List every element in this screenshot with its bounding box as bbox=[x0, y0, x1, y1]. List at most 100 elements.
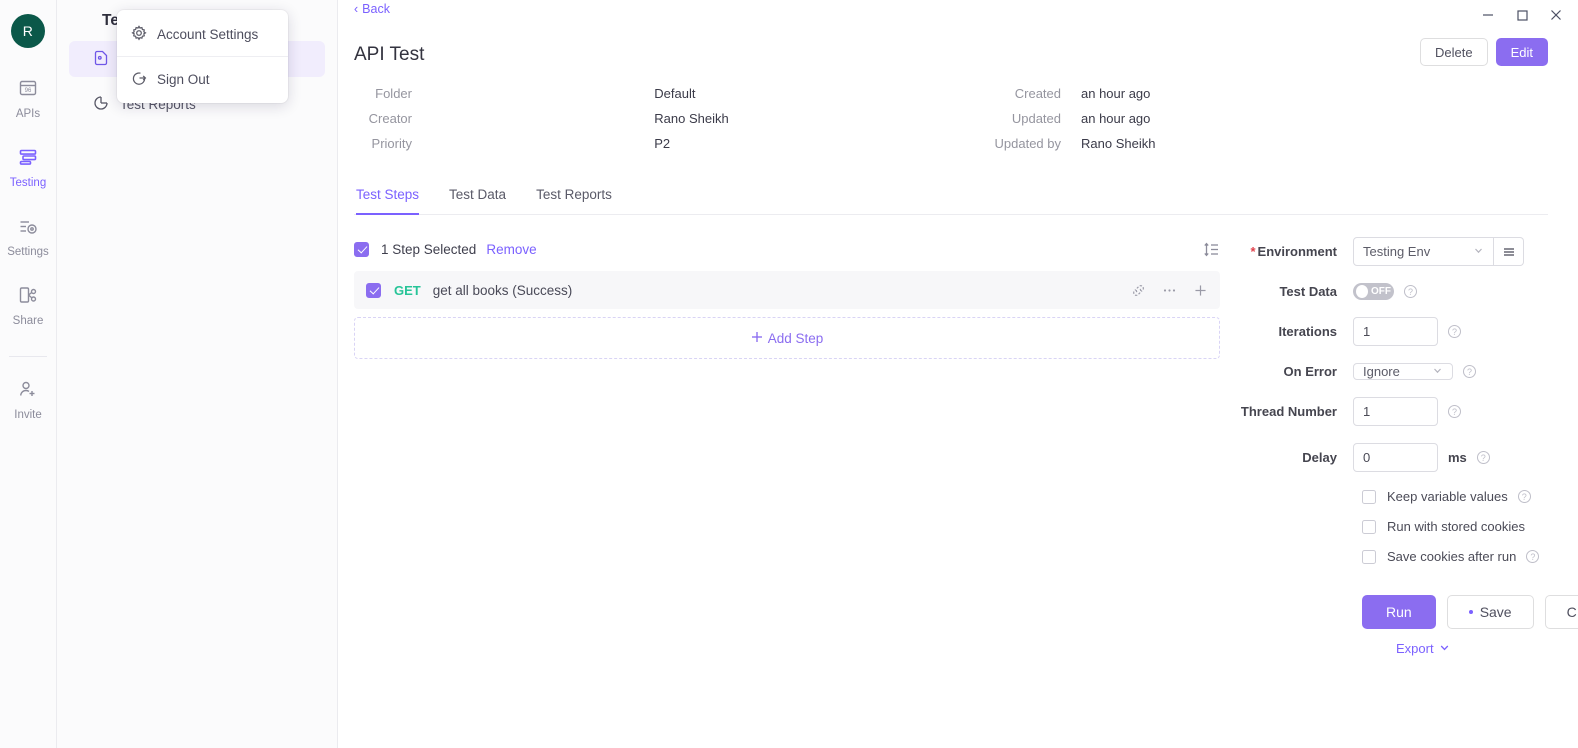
unsaved-indicator-dot bbox=[1468, 610, 1473, 614]
export-label: Export bbox=[1396, 641, 1434, 656]
plus-icon[interactable] bbox=[1193, 283, 1208, 298]
testing-icon bbox=[18, 147, 38, 172]
environment-row: * Environment Testing Env bbox=[1228, 237, 1578, 266]
help-icon[interactable]: ? bbox=[1404, 285, 1417, 298]
window-controls bbox=[1480, 0, 1578, 30]
help-icon[interactable]: ? bbox=[1448, 325, 1461, 338]
keep-variable-values-label: Keep variable values bbox=[1387, 489, 1508, 504]
meta-value: an hour ago bbox=[1081, 111, 1151, 126]
metadata-section: Folder Default Creator Rano Sheikh Prior… bbox=[354, 86, 1548, 151]
chevron-down-icon bbox=[1439, 641, 1450, 656]
on-error-select[interactable]: Ignore bbox=[1353, 363, 1453, 380]
rail-item-label: Settings bbox=[7, 246, 49, 258]
app-window: R 96 APIs Testing Settings Share Invite … bbox=[0, 0, 1578, 748]
back-label: Back bbox=[362, 2, 390, 16]
tab-test-reports[interactable]: Test Reports bbox=[536, 187, 612, 214]
add-step-button[interactable]: Add Step bbox=[354, 317, 1220, 359]
on-error-label: On Error bbox=[1283, 364, 1337, 379]
toggle-state-label: OFF bbox=[1371, 286, 1391, 297]
step-name: get all books (Success) bbox=[432, 282, 573, 298]
delete-button[interactable]: Delete bbox=[1420, 38, 1488, 66]
meta-key: Updated by bbox=[994, 136, 1062, 151]
on-error-value: Ignore bbox=[1363, 364, 1400, 379]
plus-icon bbox=[751, 331, 763, 346]
run-button[interactable]: Run bbox=[1362, 595, 1436, 629]
export-dropdown[interactable]: Export bbox=[1396, 641, 1450, 656]
save-button[interactable]: Save bbox=[1446, 595, 1534, 629]
svg-text:96: 96 bbox=[25, 88, 32, 94]
menu-item-account-settings[interactable]: Account Settings bbox=[117, 14, 288, 54]
rail-item-label: APIs bbox=[15, 108, 41, 120]
thread-number-input[interactable] bbox=[1353, 397, 1438, 426]
delay-unit: ms bbox=[1448, 450, 1467, 465]
delay-row: Delay ms ? bbox=[1228, 443, 1578, 472]
add-step-label: Add Step bbox=[767, 330, 824, 346]
step-checkbox[interactable] bbox=[366, 282, 381, 298]
meta-value: P2 bbox=[654, 136, 671, 151]
rail-item-testing[interactable]: Testing bbox=[0, 147, 57, 189]
rail-item-share[interactable]: Share bbox=[0, 285, 57, 327]
test-data-toggle[interactable]: OFF bbox=[1353, 283, 1394, 300]
menu-item-label: Account Settings bbox=[157, 26, 259, 42]
meta-value: Rano Sheikh bbox=[1081, 136, 1156, 151]
iterations-row: Iterations ? bbox=[1228, 317, 1578, 346]
more-icon[interactable] bbox=[1162, 283, 1177, 298]
rail-item-apis[interactable]: 96 APIs bbox=[0, 78, 57, 120]
minimize-icon[interactable] bbox=[1480, 7, 1496, 23]
chevron-down-icon bbox=[1432, 364, 1443, 379]
environment-value: Testing Env bbox=[1363, 244, 1431, 259]
back-link[interactable]: ‹ Back bbox=[354, 2, 390, 16]
sort-icon[interactable] bbox=[1203, 241, 1220, 258]
run-with-stored-cookies-label: Run with stored cookies bbox=[1387, 519, 1526, 534]
table-row[interactable]: GET get all books (Success) bbox=[354, 271, 1220, 309]
link-broken-icon[interactable] bbox=[1131, 283, 1146, 298]
step-method: GET bbox=[394, 282, 421, 298]
metadata-left: Folder Default Creator Rano Sheikh Prior… bbox=[354, 86, 951, 151]
action-buttons: Run Save CI/CD bbox=[1362, 595, 1578, 629]
save-cookies-after-run-label: Save cookies after run bbox=[1387, 549, 1517, 564]
help-icon[interactable]: ? bbox=[1448, 405, 1461, 418]
tab-test-data[interactable]: Test Data bbox=[449, 187, 506, 214]
on-error-row: On Error Ignore ? bbox=[1228, 363, 1578, 380]
save-cookies-after-run-row: Save cookies after run ? bbox=[1362, 549, 1578, 564]
remove-steps-button[interactable]: Remove bbox=[486, 242, 536, 257]
edit-button[interactable]: Edit bbox=[1495, 38, 1548, 66]
thread-number-label: Thread Number bbox=[1240, 404, 1337, 419]
help-icon[interactable]: ? bbox=[1476, 451, 1490, 464]
help-icon[interactable]: ? bbox=[1463, 365, 1476, 378]
rail-item-settings[interactable]: Settings bbox=[0, 216, 57, 258]
chevron-left-icon: ‹ bbox=[354, 2, 359, 16]
menu-item-label: Sign Out bbox=[157, 71, 210, 87]
help-icon[interactable]: ? bbox=[1526, 550, 1540, 563]
meta-value: Rano Sheikh bbox=[654, 111, 729, 126]
account-dropdown-menu: Account Settings Sign Out bbox=[117, 10, 288, 103]
cicd-button[interactable]: CI/CD bbox=[1544, 595, 1578, 629]
menu-item-sign-out[interactable]: Sign Out bbox=[117, 59, 288, 99]
secondary-sidebar: Testing API Test Cases Tes bbox=[57, 0, 338, 748]
tab-test-steps[interactable]: Test Steps bbox=[356, 187, 420, 215]
keep-variable-values-checkbox[interactable] bbox=[1362, 489, 1376, 504]
environment-select[interactable]: Testing Env bbox=[1353, 237, 1494, 266]
page-title: API Test bbox=[354, 44, 425, 65]
rail-item-label: Testing bbox=[9, 177, 47, 189]
meta-key: Created bbox=[1014, 86, 1061, 101]
delay-input[interactable] bbox=[1353, 443, 1438, 472]
save-cookies-after-run-checkbox[interactable] bbox=[1362, 549, 1376, 564]
iterations-input[interactable] bbox=[1353, 317, 1438, 346]
steps-header: 1 Step Selected Remove bbox=[354, 237, 1220, 261]
hamburger-icon[interactable] bbox=[1494, 237, 1524, 266]
help-icon[interactable]: ? bbox=[1517, 490, 1531, 503]
rail-divider bbox=[9, 356, 47, 357]
gear-icon bbox=[131, 24, 147, 44]
close-icon[interactable] bbox=[1548, 7, 1564, 23]
test-data-label: Test Data bbox=[1279, 284, 1337, 299]
select-all-checkbox[interactable] bbox=[354, 241, 369, 257]
rail-item-invite[interactable]: Invite bbox=[0, 379, 57, 421]
avatar[interactable]: R bbox=[11, 14, 45, 48]
settings-icon bbox=[18, 216, 38, 241]
chevron-down-icon bbox=[1473, 244, 1484, 259]
run-with-stored-cookies-checkbox[interactable] bbox=[1362, 519, 1376, 534]
meta-value: an hour ago bbox=[1081, 86, 1151, 101]
apis-icon: 96 bbox=[18, 78, 38, 103]
maximize-icon[interactable] bbox=[1514, 7, 1530, 23]
